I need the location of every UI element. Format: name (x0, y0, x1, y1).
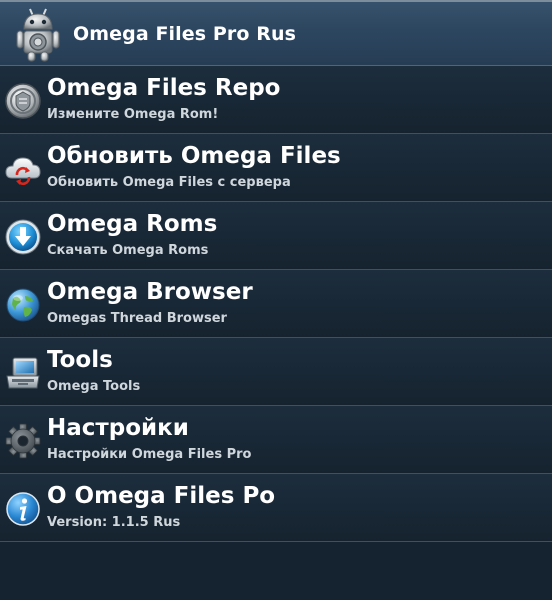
menu-item-update[interactable]: Обновить Omega Files Обновить Omega File… (0, 134, 552, 202)
menu-item-title: Tools (47, 347, 113, 373)
menu-item-subtitle: Omega Tools (47, 379, 141, 394)
menu-item-subtitle: Omegas Thread Browser (47, 311, 227, 326)
menu-item-title: Обновить Omega Files (47, 143, 341, 169)
menu-item-subtitle: Скачать Omega Roms (47, 243, 209, 258)
menu-item-subtitle: Измените Omega Rom! (47, 107, 219, 122)
gear-icon (5, 423, 41, 459)
download-icon (5, 219, 41, 255)
menu-item-title: Omega Roms (47, 211, 218, 237)
menu-item-roms[interactable]: Omega Roms Скачать Omega Roms (0, 202, 552, 270)
menu-item-title: Omega Browser (47, 279, 253, 305)
app-bar: Omega Files Pro Rus (0, 0, 552, 66)
menu-list: Omega Files Repo Измените Omega Rom! Обн… (0, 66, 552, 542)
menu-item-repo[interactable]: Omega Files Repo Измените Omega Rom! (0, 66, 552, 134)
menu-item-subtitle: Обновить Omega Files с сервера (47, 175, 291, 190)
menu-item-title: Omega Files Repo (47, 75, 281, 101)
menu-item-subtitle: Настройки Omega Files Pro (47, 447, 252, 462)
globe-icon (6, 288, 40, 322)
android-robot-icon[interactable] (10, 5, 66, 63)
shield-emblem-icon (5, 83, 41, 119)
menu-item-subtitle: Version: 1.1.5 Rus (47, 515, 181, 530)
toolbox-icon (6, 357, 40, 389)
cloud-sync-icon (5, 157, 41, 186)
menu-item-settings[interactable]: Настройки Настройки Omega Files Pro (0, 406, 552, 474)
menu-item-browser[interactable]: Omega Browser Omegas Thread Browser (0, 270, 552, 338)
info-icon (6, 492, 40, 526)
menu-item-about[interactable]: О Omega Files Po Version: 1.1.5 Rus (0, 474, 552, 542)
menu-item-title: О Omega Files Po (47, 483, 276, 509)
menu-item-title: Настройки (47, 415, 189, 441)
menu-item-tools[interactable]: Tools Omega Tools (0, 338, 552, 406)
app-title: Omega Files Pro Rus (73, 22, 297, 45)
